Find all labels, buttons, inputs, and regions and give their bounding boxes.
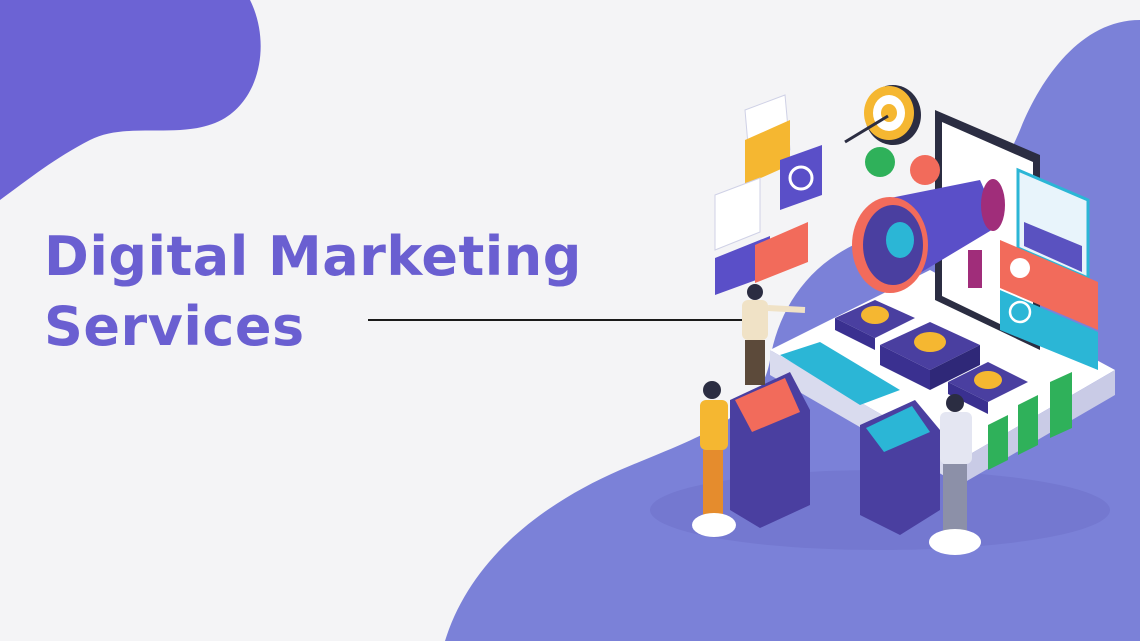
chat-panel-red [755, 222, 808, 283]
isometric-illustration [650, 85, 1115, 555]
kiosk-right [860, 400, 940, 535]
target-icon [844, 85, 921, 145]
document-panel [714, 177, 761, 251]
headline-line-2: Services [44, 295, 305, 358]
headline: Digital Marketing Services [44, 222, 582, 362]
corner-blob [0, 0, 261, 200]
headline-line-1: Digital Marketing [44, 225, 582, 288]
chat-bubble-icon [865, 147, 895, 177]
kiosk-left [730, 372, 810, 528]
banner: Digital Marketing Services [0, 0, 1140, 641]
like-icon [910, 155, 940, 185]
